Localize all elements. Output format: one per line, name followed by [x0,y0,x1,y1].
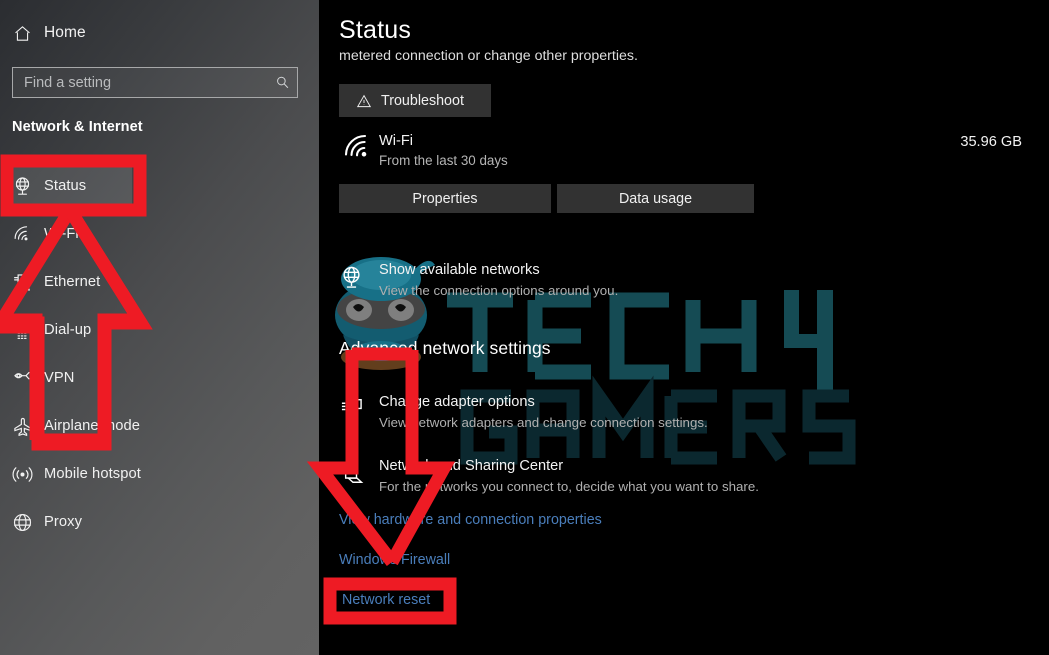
change-adapter-title: Change adapter options [379,394,535,410]
sidebar-category-title: Network & Internet [12,119,143,135]
link-network-reset[interactable]: Network reset [342,592,430,608]
troubleshoot-label: Troubleshoot [381,92,464,109]
change-adapter-subtitle: View network adapters and change connect… [379,415,708,430]
sidebar-item-label: Dial-up [44,322,92,338]
sidebar-item-airplane-mode[interactable]: Airplane mode [0,402,319,450]
hotspot-icon [0,464,44,485]
sidebar-item-status[interactable]: Status [0,162,319,210]
settings-sidebar: Home Network & Internet Status Wi-Fi Ether… [0,0,319,655]
sharing-icon [339,461,364,491]
settings-window: Home Network & Internet Status Wi-Fi Ether… [0,0,1049,655]
sidebar-home-label: Home [44,24,86,41]
data-usage-amount: 35.96 GB [960,134,1022,150]
sidebar-item-mobile-hotspot[interactable]: Mobile hotspot [0,450,319,498]
show-networks-subtitle: View the connection options around you. [379,283,619,298]
troubleshoot-button[interactable]: Troubleshoot [339,84,491,117]
data-usage-network-name: Wi-Fi [379,133,414,149]
globe-icon [0,512,44,533]
adapter-icon [339,397,364,427]
page-title-bar: Status [319,0,1049,48]
sidebar-item-vpn[interactable]: VPN [0,354,319,402]
sharing-center-subtitle: For the networks you connect to, decide … [379,479,759,494]
sidebar-item-wi-fi[interactable]: Wi-Fi [0,210,319,258]
home-icon [0,24,44,43]
sidebar-item-home[interactable]: Home [0,14,319,52]
properties-label: Properties [412,190,478,207]
page-title: Status [339,16,412,44]
globe-status-icon [0,176,44,197]
sharing-center-title: Network and Sharing Center [379,458,564,474]
sidebar-item-label: Wi-Fi [44,226,79,242]
warning-triangle-icon [356,93,372,109]
ethernet-icon [0,272,44,293]
sidebar-item-label: Airplane mode [44,418,141,434]
data-usage-button[interactable]: Data usage [557,184,754,213]
metered-connection-text: metered connection or change other prope… [339,48,638,64]
sidebar-item-label: Proxy [44,514,83,530]
data-usage-label: Data usage [618,190,693,207]
sidebar-item-ethernet[interactable]: Ethernet [0,258,319,306]
sidebar-item-label: Status [44,178,87,194]
link-view-hardware-properties[interactable]: View hardware and connection properties [339,512,602,528]
properties-button[interactable]: Properties [339,184,551,213]
search-box[interactable] [12,67,298,98]
main-content-panel: metered connection or change other prope… [319,0,1049,655]
data-usage-period: From the last 30 days [379,153,508,168]
wifi-icon [343,134,373,165]
sidebar-item-dial-up[interactable]: Dial-up [0,306,319,354]
airplane-icon [0,416,44,437]
sidebar-nav-list: Status Wi-Fi Ethernet Dial-up VPN Airplane mo… [0,162,319,546]
search-input[interactable] [13,74,267,91]
show-networks-title: Show available networks [379,262,540,278]
link-windows-firewall[interactable]: Windows Firewall [339,552,450,568]
sidebar-item-label: Ethernet [44,274,101,290]
status-page-content: metered connection or change other prope… [319,0,1049,655]
dialup-icon [0,320,44,341]
advanced-network-settings-heading: Advanced network settings [339,338,551,358]
globe-networks-icon [339,265,364,295]
sidebar-item-proxy[interactable]: Proxy [0,498,319,546]
sidebar-item-label: Mobile hotspot [44,466,141,482]
search-icon[interactable] [267,75,297,90]
sidebar-item-label: VPN [44,370,75,386]
vpn-icon [0,368,44,389]
wifi-icon [0,224,44,245]
